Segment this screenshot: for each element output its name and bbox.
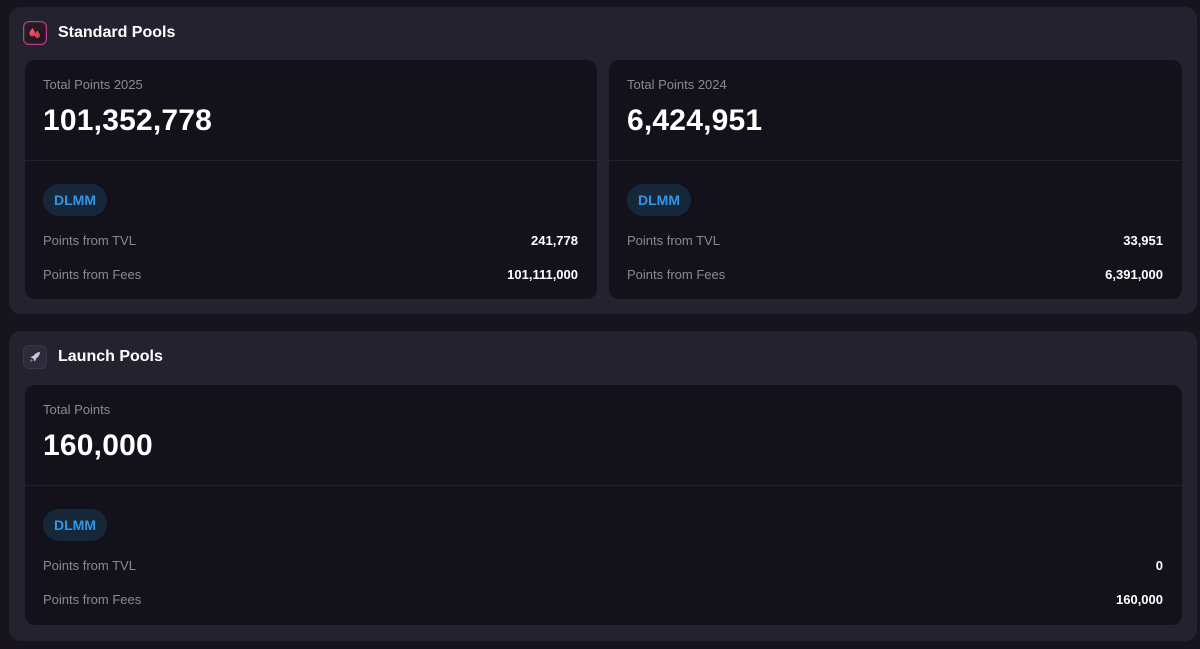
standard-pools-section: Standard Pools Total Points 2025 101,352… xyxy=(9,7,1197,314)
fees-points-value: 101,111,000 xyxy=(507,267,578,282)
total-points-label: Total Points 2025 xyxy=(43,77,143,92)
fees-points-label: Points from Fees xyxy=(627,267,726,282)
total-points-value: 6,424,951 xyxy=(627,104,763,137)
fees-points-value: 6,391,000 xyxy=(1105,267,1163,282)
total-points-label: Total Points 2024 xyxy=(627,77,727,92)
total-points-value: 101,352,778 xyxy=(43,104,213,137)
dlmm-badge: DLMM xyxy=(43,509,107,541)
tvl-points-value: 241,778 xyxy=(531,233,578,248)
tvl-points-row: Points from TVL 0 xyxy=(43,558,1163,573)
tvl-points-label: Points from TVL xyxy=(627,233,720,248)
fees-points-row: Points from Fees 6,391,000 xyxy=(627,267,1163,282)
total-points-value: 160,000 xyxy=(43,429,153,462)
card-summary: Total Points 2024 6,424,951 xyxy=(609,60,1182,161)
fees-points-label: Points from Fees xyxy=(43,592,142,607)
card-summary: Total Points 2025 101,352,778 xyxy=(25,60,597,161)
tvl-points-label: Points from TVL xyxy=(43,558,136,573)
rocket-icon xyxy=(23,345,47,369)
section-title: Launch Pools xyxy=(58,348,163,365)
total-points-label: Total Points xyxy=(43,402,111,417)
tvl-points-row: Points from TVL 241,778 xyxy=(43,233,578,248)
section-title: Standard Pools xyxy=(58,24,176,41)
points-card-2025: Total Points 2025 101,352,778 DLMM Point… xyxy=(25,60,597,299)
launch-pools-section: Launch Pools Total Points 160,000 DLMM P… xyxy=(9,331,1197,641)
tvl-points-value: 33,951 xyxy=(1123,233,1163,248)
section-header: Standard Pools xyxy=(23,21,175,45)
launch-points-card: Total Points 160,000 DLMM Points from TV… xyxy=(25,385,1182,625)
points-card-2024: Total Points 2024 6,424,951 DLMM Points … xyxy=(609,60,1182,299)
fees-points-value: 160,000 xyxy=(1116,592,1163,607)
dlmm-badge: DLMM xyxy=(43,184,107,216)
tvl-points-value: 0 xyxy=(1155,558,1163,573)
fees-points-row: Points from Fees 101,111,000 xyxy=(43,267,578,282)
liquidity-drops-icon xyxy=(23,21,47,45)
section-header: Launch Pools xyxy=(23,345,163,369)
fees-points-row: Points from Fees 160,000 xyxy=(43,592,1163,607)
tvl-points-row: Points from TVL 33,951 xyxy=(627,233,1163,248)
tvl-points-label: Points from TVL xyxy=(43,233,136,248)
fees-points-label: Points from Fees xyxy=(43,267,142,282)
card-summary: Total Points 160,000 xyxy=(25,385,1182,486)
dlmm-badge: DLMM xyxy=(627,184,691,216)
